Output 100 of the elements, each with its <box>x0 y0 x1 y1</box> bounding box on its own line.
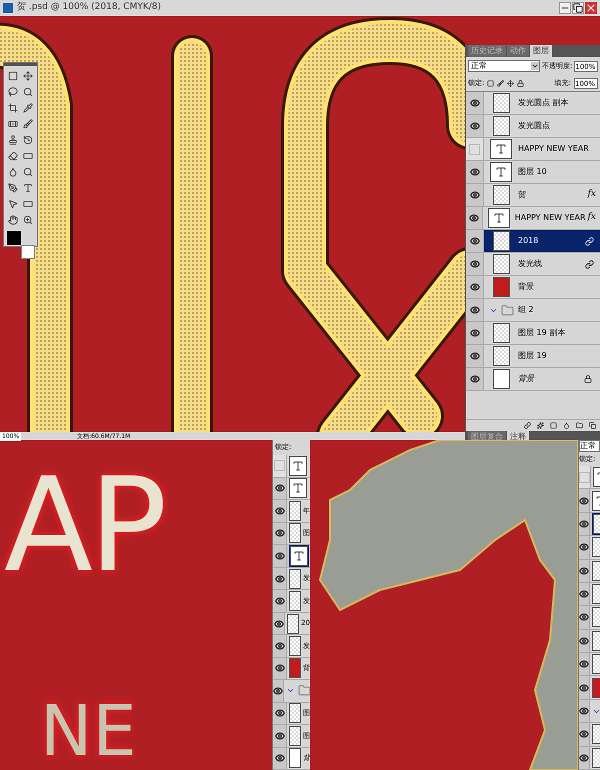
new-layer-icon[interactable] <box>589 422 596 429</box>
visibility-toggle[interactable] <box>579 606 590 629</box>
visibility-toggle[interactable] <box>579 536 590 558</box>
layer-row[interactable]: 2018 <box>466 230 600 253</box>
visibility-toggle[interactable] <box>273 455 287 477</box>
layer-row[interactable] <box>579 723 600 747</box>
tool-icon[interactable] <box>8 135 18 146</box>
lock-position-icon[interactable] <box>507 80 514 86</box>
visibility-toggle[interactable] <box>466 184 484 206</box>
foreground-color-swatch[interactable] <box>7 231 21 246</box>
tool-icon[interactable] <box>22 183 33 194</box>
effects-icon[interactable] <box>537 422 544 429</box>
visibility-toggle[interactable] <box>466 92 484 114</box>
layer-row[interactable]: 图层 10 <box>466 161 600 184</box>
visibility-toggle[interactable] <box>466 345 484 367</box>
layer-row[interactable] <box>579 489 600 513</box>
layer-row[interactable]: HAPPY NEW YEAR fx <box>466 207 600 230</box>
tool-icon[interactable] <box>22 71 33 82</box>
layer-row[interactable] <box>579 630 600 654</box>
lock-brush-icon[interactable] <box>497 80 504 86</box>
layer-row[interactable]: 图层 19 <box>466 345 600 368</box>
lock-transparency-icon[interactable] <box>487 80 494 86</box>
layer-row[interactable] <box>273 545 310 568</box>
layer-row[interactable] <box>579 606 600 630</box>
visibility-toggle[interactable] <box>466 276 484 298</box>
visibility-toggle[interactable] <box>273 702 287 724</box>
folder-icon[interactable] <box>576 422 583 429</box>
layer-row[interactable] <box>273 478 310 500</box>
visibility-toggle[interactable] <box>579 512 590 536</box>
tool-icon[interactable] <box>8 87 18 98</box>
visibility-toggle[interactable] <box>273 545 287 567</box>
visibility-toggle[interactable] <box>466 138 484 160</box>
layer-row[interactable] <box>579 466 600 490</box>
layer-row[interactable] <box>579 560 600 583</box>
visibility-toggle[interactable] <box>579 676 590 699</box>
visibility-toggle[interactable] <box>273 590 287 612</box>
tool-icon[interactable] <box>8 215 18 226</box>
layer-row[interactable]: 图层 19 副本 <box>466 322 600 345</box>
visibility-toggle[interactable] <box>579 723 590 746</box>
visibility-toggle[interactable] <box>579 466 591 488</box>
visibility-toggle[interactable] <box>466 253 484 275</box>
visibility-toggle[interactable] <box>273 568 287 590</box>
visibility-toggle[interactable] <box>466 230 484 252</box>
layer-row[interactable] <box>579 512 600 536</box>
layer-row[interactable] <box>579 536 600 560</box>
visibility-toggle[interactable] <box>273 725 287 746</box>
panel-tab[interactable]: 注释 <box>507 431 529 440</box>
layer-row[interactable]: 贺 fx <box>466 184 600 207</box>
visibility-toggle[interactable] <box>579 560 590 582</box>
tool-icon[interactable] <box>22 87 33 98</box>
visibility-toggle[interactable] <box>273 500 287 522</box>
blend-mode-dropdown[interactable]: 正常 <box>468 60 540 72</box>
layer-row[interactable]: 发光圆点 副本 <box>466 92 600 115</box>
layer-row[interactable]: 背景 <box>466 368 600 391</box>
tool-icon[interactable] <box>8 151 18 162</box>
layer-row[interactable] <box>273 680 310 703</box>
tool-icon[interactable] <box>22 151 33 162</box>
visibility-toggle[interactable] <box>579 582 590 606</box>
close-icon[interactable] <box>585 2 597 14</box>
tool-icon[interactable] <box>22 103 33 114</box>
tool-icon[interactable] <box>22 215 33 226</box>
visibility-toggle[interactable] <box>579 653 590 676</box>
tool-icon[interactable] <box>8 199 18 210</box>
visibility-toggle[interactable] <box>579 700 590 722</box>
visibility-toggle[interactable] <box>579 489 590 512</box>
layer-row[interactable]: 发光圆点 <box>466 115 600 138</box>
tool-icon[interactable] <box>22 119 33 130</box>
minimize-icon[interactable] <box>559 2 571 14</box>
layer-row[interactable]: 背景 <box>466 276 600 299</box>
visibility-toggle[interactable] <box>466 322 484 344</box>
layer-row[interactable]: 发光线 <box>466 253 600 276</box>
link-icon[interactable] <box>524 422 531 429</box>
visibility-toggle[interactable] <box>273 612 286 634</box>
tool-icon[interactable] <box>8 71 18 82</box>
background-color-swatch[interactable] <box>21 245 35 260</box>
tool-icon[interactable] <box>8 167 18 178</box>
visibility-toggle[interactable] <box>273 522 287 544</box>
layer-row[interactable]: 组 2 <box>466 299 600 322</box>
visibility-toggle[interactable] <box>273 478 287 500</box>
layer-row[interactable] <box>579 700 600 724</box>
layer-row[interactable]: HAPPY NEW YEAR <box>466 138 600 161</box>
panel-tab[interactable]: 图层 <box>530 45 552 57</box>
restore-icon[interactable] <box>572 2 584 14</box>
visibility-toggle[interactable] <box>579 630 590 652</box>
visibility-toggle[interactable] <box>466 368 484 390</box>
mask-icon[interactable] <box>550 422 557 429</box>
layer-row[interactable] <box>579 582 600 606</box>
layer-row[interactable] <box>273 455 310 478</box>
visibility-toggle[interactable] <box>579 746 590 770</box>
layer-row[interactable] <box>579 746 600 770</box>
visibility-toggle[interactable] <box>466 299 484 321</box>
tool-icon[interactable] <box>8 103 18 114</box>
tool-icon[interactable] <box>22 135 33 146</box>
visibility-toggle[interactable] <box>273 635 287 657</box>
layer-row[interactable] <box>579 676 600 700</box>
visibility-toggle[interactable] <box>466 207 483 229</box>
tool-icon[interactable] <box>8 119 18 130</box>
layer-row[interactable] <box>579 653 600 676</box>
adjustment-icon[interactable] <box>563 422 570 429</box>
visibility-toggle[interactable] <box>466 161 484 183</box>
